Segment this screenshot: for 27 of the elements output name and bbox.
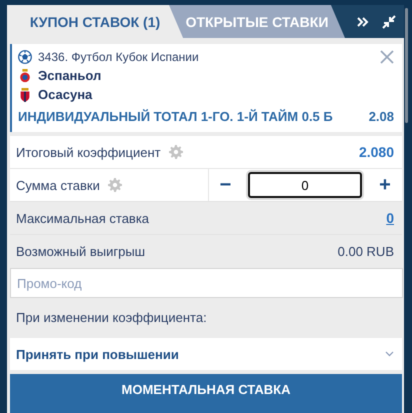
total-odds-value: 2.080 bbox=[358, 144, 394, 160]
chevron-down-icon bbox=[385, 351, 394, 357]
odds-value: 2.08 bbox=[368, 109, 394, 124]
total-odds-label: Итоговый коэффициент bbox=[16, 144, 161, 160]
possible-win-value: 0.00 RUB bbox=[338, 244, 394, 258]
gear-icon[interactable] bbox=[168, 145, 183, 159]
max-stake-label: Максимальная ставка bbox=[16, 210, 150, 226]
football-icon bbox=[18, 50, 32, 64]
possible-win-label: Возможный выигрыш bbox=[16, 244, 146, 258]
team-name: Эспаньол bbox=[38, 68, 102, 83]
stake-input[interactable]: 0 bbox=[248, 172, 362, 198]
collapse-icon[interactable] bbox=[382, 14, 396, 28]
promo-code-field[interactable]: Промо-код bbox=[10, 268, 403, 298]
club-crest-icon bbox=[18, 68, 32, 82]
team-name: Осасуна bbox=[38, 87, 92, 102]
stake-label: Сумма ставки bbox=[16, 178, 100, 192]
double-chevron-icon[interactable] bbox=[356, 14, 370, 28]
gear-icon[interactable] bbox=[108, 178, 122, 192]
place-bet-button[interactable]: МОМЕНТАЛЬНАЯ СТАВКА bbox=[10, 374, 402, 413]
odds-change-label: При изменении коэффициента: bbox=[15, 309, 208, 327]
tab[interactable]: КУПОН СТАВОК (1) bbox=[7, 5, 183, 38]
max-stake-link[interactable]: 0 bbox=[386, 210, 394, 226]
close-icon[interactable] bbox=[380, 50, 394, 64]
market-name: ИНДИВИДУАЛЬНЫЙ ТОТАЛ 1-ГО. 1-Й ТАЙМ 0.5 Б bbox=[18, 109, 333, 124]
event-title: 3436. Футбол Кубок Испании bbox=[38, 50, 199, 64]
odds-change-dropdown[interactable]: Принять при повышении bbox=[10, 338, 402, 370]
club-crest-icon bbox=[18, 88, 32, 102]
